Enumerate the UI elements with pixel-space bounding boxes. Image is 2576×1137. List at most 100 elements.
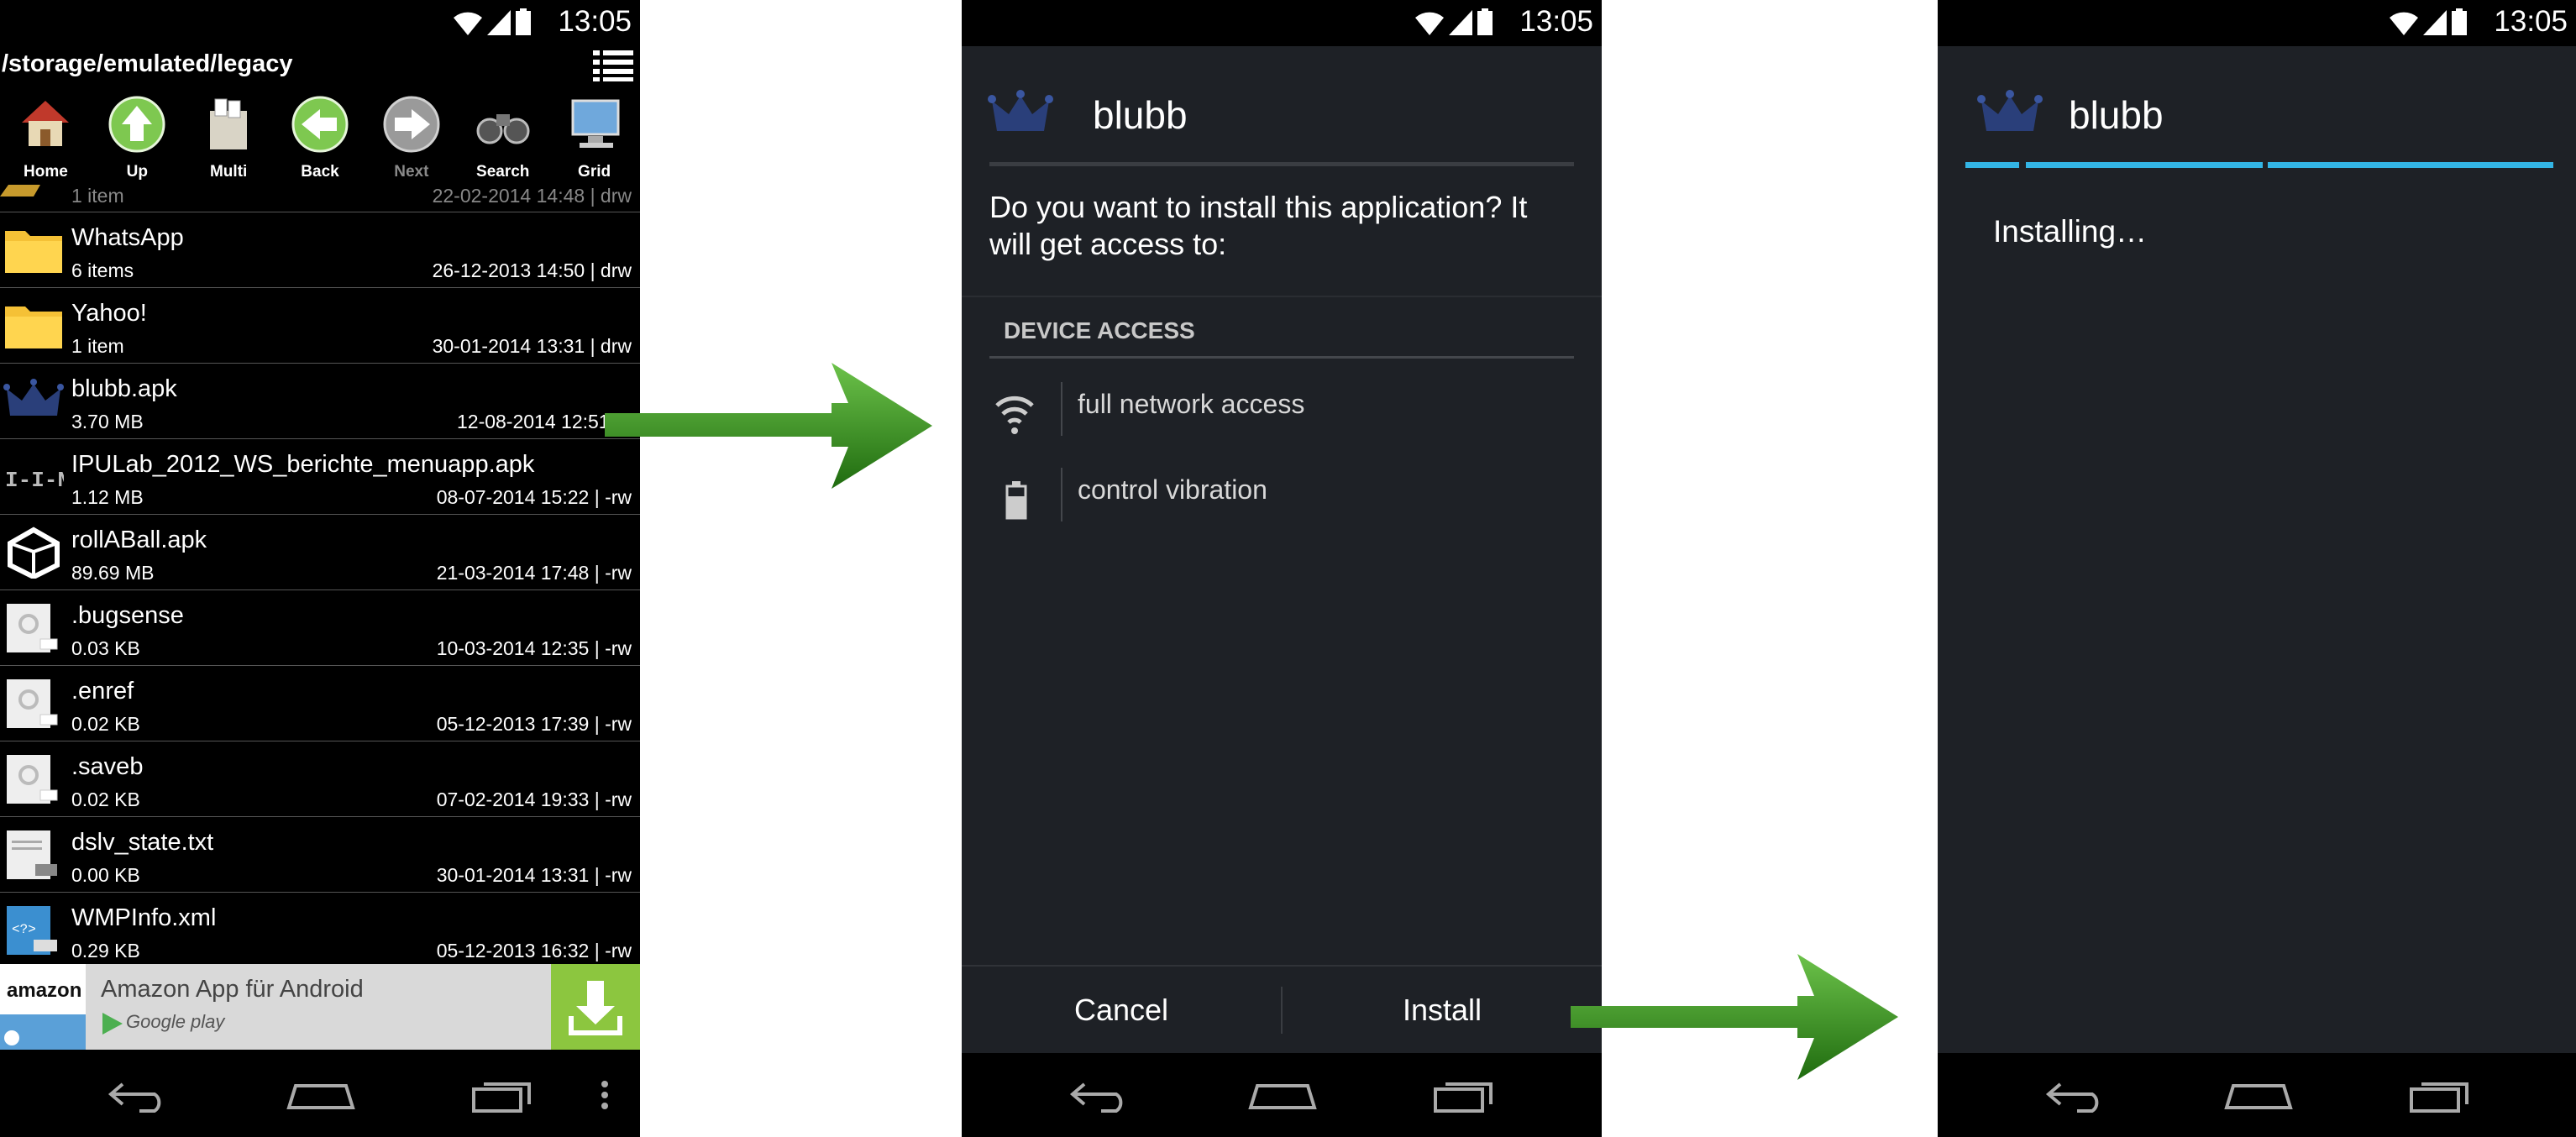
- home-icon: [22, 101, 70, 146]
- list-item[interactable]: WhatsApp 6 items 26-12-2013 14:50 | drw: [0, 212, 640, 288]
- list-item[interactable]: rollABall.apk 89.69 MB 21-03-2014 17:48 …: [0, 515, 640, 590]
- crown-app-icon: [1977, 90, 2043, 131]
- folder-icon: [5, 307, 62, 348]
- binoculars-icon: [476, 114, 530, 144]
- install-prompt-screen: 13:05 blubb Do you want to install this …: [962, 0, 1602, 1137]
- home-nav-icon[interactable]: [1247, 1074, 1318, 1116]
- recents-nav-icon[interactable]: [1432, 1074, 1496, 1116]
- ad-title: Amazon App für Android: [101, 976, 364, 1003]
- installing-screen: 13:05 blubb Installing…: [1938, 0, 2576, 1137]
- google-play-icon: [102, 1013, 123, 1035]
- recents-nav-icon[interactable]: [470, 1074, 534, 1116]
- list-item[interactable]: <?> WMPInfo.xml 0.29 KB 05-12-2013 16:32…: [0, 893, 640, 964]
- grid-button[interactable]: Grid: [548, 91, 640, 185]
- folder-icon: [0, 185, 40, 196]
- recents-nav-icon[interactable]: [2408, 1074, 2472, 1116]
- download-button[interactable]: [551, 964, 640, 1050]
- app-name: blubb: [1093, 93, 1188, 137]
- signal-icon: [2423, 10, 2447, 35]
- back-nav-icon[interactable]: [106, 1074, 173, 1116]
- permission-label: full network access: [1078, 389, 1305, 419]
- text-file-icon: [7, 830, 57, 879]
- navigation-bar: [0, 1053, 640, 1137]
- app-header: blubb: [1976, 84, 2164, 151]
- navigation-bar: [1938, 1053, 2576, 1137]
- list-item[interactable]: .saveb 0.02 KB 07-02-2014 19:33 | -rw: [0, 741, 640, 817]
- list-item[interactable]: .bugsense 0.03 KB 10-03-2014 12:35 | -rw: [0, 590, 640, 666]
- overflow-menu-icon[interactable]: [596, 1074, 613, 1116]
- wifi-icon: [454, 12, 482, 35]
- search-button[interactable]: Search: [457, 91, 548, 185]
- clock: 13:05: [558, 5, 632, 38]
- ad-banner[interactable]: amazon Amazon App für Android Google pla…: [0, 964, 640, 1050]
- ipu-app-icon: I-I-N: [5, 468, 64, 493]
- clock: 13:05: [1519, 5, 1593, 38]
- permission-label: control vibration: [1078, 474, 1267, 505]
- list-item[interactable]: blubb.apk 3.70 MB 12-08-2014 12:51 | -: [0, 364, 640, 439]
- home-nav-icon[interactable]: [286, 1074, 356, 1116]
- button-bar: Cancel Install: [962, 965, 1602, 1053]
- back-button[interactable]: Back: [275, 91, 366, 185]
- svg-text:<?>: <?>: [12, 922, 36, 937]
- current-path: /storage/emulated/legacy: [2, 50, 293, 77]
- multi-select-icon: [210, 98, 248, 149]
- divider: [962, 296, 1602, 297]
- wifi-icon: [2390, 12, 2418, 35]
- list-item[interactable]: dslv_state.txt 0.00 KB 30-01-2014 13:31 …: [0, 817, 640, 893]
- file-manager-screen: 13:05 /storage/emulated/legacy Home Up M…: [0, 0, 640, 1137]
- battery-icon: [1005, 481, 1027, 520]
- status-bar: 13:05: [962, 0, 1602, 46]
- generic-file-icon: [7, 604, 58, 652]
- xml-file-icon: <?>: [7, 906, 57, 955]
- signal-icon: [1449, 10, 1472, 35]
- battery-icon: [2452, 8, 2467, 35]
- unity-icon: [8, 527, 60, 579]
- list-item[interactable]: .enref 0.02 KB 05-12-2013 17:39 | -rw: [0, 666, 640, 741]
- install-question: Do you want to install this application?…: [989, 190, 1528, 261]
- monitor-icon: [571, 99, 620, 148]
- list-item[interactable]: 1 item 22-02-2014 14:48 | drw: [0, 185, 640, 212]
- section-header: DEVICE ACCESS: [1004, 317, 1195, 343]
- amazon-logo: amazon: [0, 964, 86, 1050]
- battery-icon: [516, 8, 531, 35]
- toolbar: Home Up Multi Back Next Search Grid: [0, 91, 640, 185]
- back-nav-icon[interactable]: [1068, 1074, 1135, 1116]
- install-button[interactable]: Install: [1283, 967, 1602, 1053]
- list-view-icon[interactable]: [593, 49, 633, 82]
- next-arrow-icon: [383, 96, 440, 153]
- back-nav-icon[interactable]: [2043, 1074, 2111, 1116]
- app-name: blubb: [2069, 93, 2164, 137]
- transition-arrow-icon: [605, 363, 932, 489]
- permission-item[interactable]: full network access: [962, 374, 1602, 449]
- download-icon: [569, 981, 622, 1035]
- list-item[interactable]: I-I-N IPULab_2012_WS_berichte_menuapp.ap…: [0, 439, 640, 515]
- status-bar: 13:05: [1938, 0, 2576, 46]
- home-nav-icon[interactable]: [2223, 1074, 2294, 1116]
- svg-text:I-I-N: I-I-N: [5, 468, 64, 493]
- battery-icon: [1477, 8, 1493, 35]
- cancel-button[interactable]: Cancel: [962, 967, 1281, 1053]
- transition-arrow-icon: [1571, 954, 1898, 1080]
- next-button[interactable]: Next: [365, 91, 457, 185]
- status-bar: 13:05: [0, 0, 640, 46]
- navigation-bar: [962, 1053, 1602, 1137]
- progress-bar-segment: [1965, 162, 2019, 168]
- multi-button[interactable]: Multi: [183, 91, 275, 185]
- permission-item[interactable]: control vibration: [962, 459, 1602, 535]
- up-button[interactable]: Up: [92, 91, 183, 185]
- generic-file-icon: [7, 755, 58, 804]
- ad-subtitle: Google play: [126, 1011, 225, 1032]
- header-divider: [989, 162, 1574, 166]
- generic-file-icon: [7, 679, 58, 728]
- wifi-icon: [995, 396, 1034, 434]
- home-button[interactable]: Home: [0, 91, 92, 185]
- crown-app-icon: [988, 90, 1053, 131]
- section-divider: [989, 356, 1574, 359]
- crown-app-icon: [3, 379, 64, 416]
- folder-icon: [5, 231, 62, 273]
- clock: 13:05: [2494, 5, 2568, 38]
- list-item[interactable]: Yahoo! 1 item 30-01-2014 13:31 | drw: [0, 288, 640, 364]
- wifi-icon: [1415, 12, 1444, 35]
- info-icon: [0, 1014, 86, 1050]
- installing-message: Installing…: [1993, 214, 2148, 249]
